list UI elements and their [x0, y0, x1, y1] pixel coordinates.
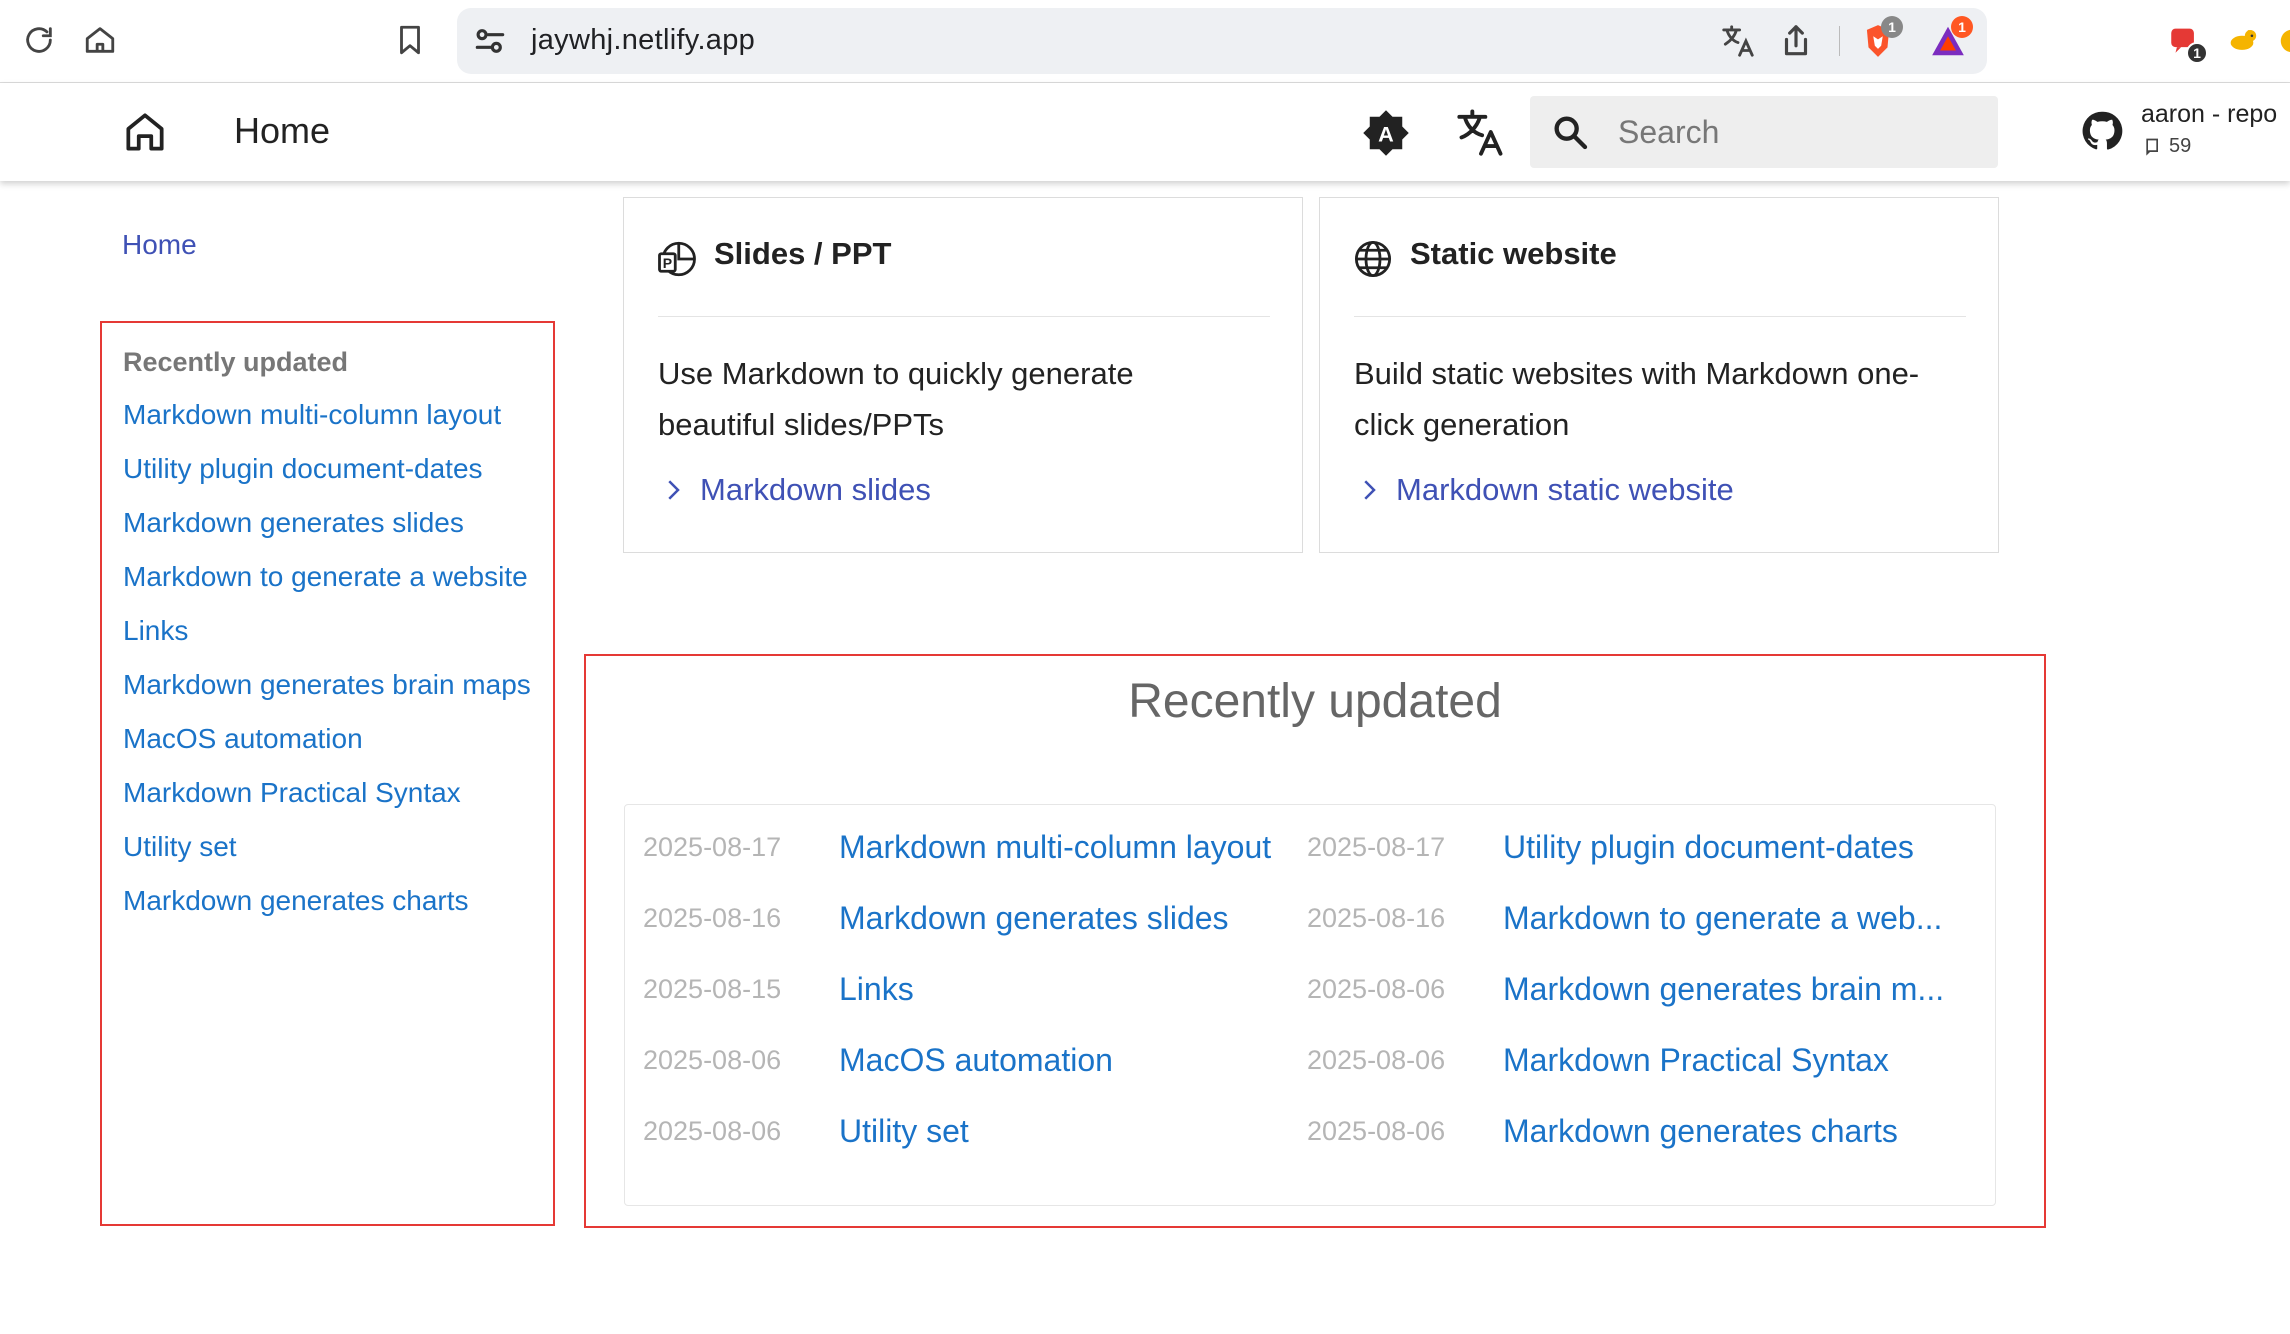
card-title: Slides / PPT — [714, 236, 892, 271]
sidebar-item[interactable]: Markdown Practical Syntax — [123, 777, 531, 831]
recently-updated-panel: Recently updated 2025-08-17 Markdown mul… — [584, 654, 2046, 1228]
recent-date: 2025-08-06 — [1307, 1044, 1446, 1075]
sidebar-item[interactable]: Markdown to generate a website — [123, 561, 531, 615]
recent-date: 2025-08-16 — [643, 902, 782, 933]
brave-rewards-icon[interactable]: 1 — [1929, 16, 1973, 60]
card-link[interactable]: Markdown slides — [700, 472, 931, 508]
sidebar-list: Markdown multi-column layout Utility plu… — [123, 399, 531, 939]
browser-home-icon[interactable] — [80, 20, 120, 60]
recent-title[interactable]: MacOS automation — [839, 1042, 1113, 1079]
toolbar-divider — [1839, 26, 1840, 56]
chevron-right-icon — [668, 480, 680, 500]
rewards-badge: 1 — [1951, 16, 1973, 38]
recent-date: 2025-08-17 — [643, 831, 782, 862]
search-icon — [1550, 112, 1590, 152]
recent-date: 2025-08-15 — [643, 973, 782, 1004]
recent-title[interactable]: Utility set — [839, 1113, 969, 1150]
github-icon[interactable] — [2080, 109, 2124, 153]
recent-item[interactable]: 2025-08-06 Markdown Practical Syntax — [1307, 1040, 1889, 1080]
sidebar-item[interactable]: Utility set — [123, 831, 531, 885]
translate-page-icon[interactable] — [1719, 22, 1757, 60]
overflow-extension-icon[interactable] — [2277, 26, 2290, 56]
recent-item[interactable]: 2025-08-06 Markdown generates brain m... — [1307, 969, 1944, 1009]
recent-date: 2025-08-17 — [1307, 831, 1446, 862]
sidebar-item[interactable]: Markdown generates brain maps — [123, 669, 531, 723]
recent-item[interactable]: 2025-08-06 Utility set — [643, 1111, 969, 1151]
recent-title[interactable]: Markdown Practical Syntax — [1503, 1042, 1889, 1079]
search-placeholder: Search — [1618, 114, 1720, 150]
address-bar[interactable]: jaywhj.netlify.app 1 1 — [457, 8, 1987, 74]
language-icon[interactable] — [1455, 106, 1507, 158]
repo-count: 59 — [2169, 135, 2192, 157]
presentation-icon: P — [656, 238, 698, 280]
recent-title[interactable]: Links — [839, 971, 914, 1008]
recent-date: 2025-08-16 — [1307, 902, 1446, 933]
recent-title[interactable]: Markdown generates brain m... — [1503, 971, 1944, 1008]
home-icon[interactable] — [120, 107, 170, 157]
sidebar-item[interactable]: MacOS automation — [123, 723, 531, 777]
chevron-right-icon — [1364, 480, 1376, 500]
card-link[interactable]: Markdown static website — [1396, 472, 1734, 508]
recent-item[interactable]: 2025-08-06 MacOS automation — [643, 1040, 1113, 1080]
bookmark-icon[interactable] — [390, 20, 430, 60]
site-header: Home A Search aaron - repo 59 — [0, 83, 2290, 181]
recent-title[interactable]: Markdown multi-column layout — [839, 829, 1271, 866]
card-description-line: Use Markdown to quickly generate — [658, 356, 1134, 391]
recent-item[interactable]: 2025-08-16 Markdown generates slides — [643, 898, 1229, 938]
card-static-website: Static website Build static websites wit… — [1319, 197, 1999, 553]
sidebar-heading: Recently updated — [123, 347, 349, 377]
sidebar-item[interactable]: Markdown generates slides — [123, 507, 531, 561]
shields-badge: 1 — [1881, 16, 1903, 38]
recent-title[interactable]: Markdown generates slides — [839, 900, 1229, 937]
site-title[interactable]: Home — [234, 110, 330, 152]
recent-item[interactable]: 2025-08-17 Markdown multi-column layout — [643, 827, 1271, 867]
cat-extension-icon[interactable] — [2222, 20, 2262, 60]
card-description-line: Build static websites with Markdown one- — [1354, 356, 1920, 391]
search-box[interactable]: Search — [1530, 96, 1998, 168]
sidebar-item[interactable]: Markdown multi-column layout — [123, 399, 531, 453]
card-link-row[interactable]: Markdown slides — [658, 472, 931, 508]
recent-date: 2025-08-06 — [643, 1044, 782, 1075]
card-description: Build static websites with Markdown one-… — [1354, 348, 1974, 450]
breadcrumb-home-link[interactable]: Home — [122, 229, 197, 261]
recent-title[interactable]: Markdown generates charts — [1503, 1113, 1898, 1150]
theme-toggle-icon[interactable]: A — [1360, 107, 1412, 159]
site-settings-icon[interactable] — [471, 22, 509, 60]
share-icon[interactable] — [1777, 22, 1815, 60]
brave-shields-icon[interactable]: 1 — [1859, 16, 1903, 60]
recent-date: 2025-08-06 — [1307, 973, 1446, 1004]
recent-date: 2025-08-06 — [1307, 1115, 1446, 1146]
panel-title: Recently updated — [1128, 675, 1502, 728]
recent-list: 2025-08-17 Markdown multi-column layout … — [624, 804, 1996, 1206]
card-description-line: click generation — [1354, 407, 1570, 442]
svg-text:P: P — [663, 255, 672, 271]
svg-text:A: A — [1378, 122, 1394, 147]
recent-title[interactable]: Utility plugin document-dates — [1503, 829, 1914, 866]
card-link-row[interactable]: Markdown static website — [1354, 472, 1734, 508]
recent-item[interactable]: 2025-08-16 Markdown to generate a web... — [1307, 898, 1942, 938]
card-description-line: beautiful slides/PPTs — [658, 407, 945, 442]
recent-item[interactable]: 2025-08-17 Utility plugin document-dates — [1307, 827, 1914, 867]
card-divider — [1354, 316, 1966, 317]
card-title: Static website — [1410, 236, 1617, 271]
card-slides: P Slides / PPT Use Markdown to quickly g… — [623, 197, 1303, 553]
extension-icon[interactable]: 1 — [2164, 20, 2208, 64]
recent-item[interactable]: 2025-08-15 Links — [643, 969, 914, 1009]
browser-toolbar: jaywhj.netlify.app 1 1 1 — [0, 0, 2290, 83]
sidebar-item[interactable]: Markdown generates charts — [123, 885, 531, 939]
url-text[interactable]: jaywhj.netlify.app — [531, 24, 755, 57]
card-divider — [658, 316, 1270, 317]
reload-icon[interactable] — [19, 20, 59, 60]
recent-title[interactable]: Markdown to generate a web... — [1503, 900, 1942, 937]
repo-name[interactable]: aaron - repo — [2141, 100, 2277, 129]
sidebar-item[interactable]: Utility plugin document-dates — [123, 453, 531, 507]
recent-item[interactable]: 2025-08-06 Markdown generates charts — [1307, 1111, 1898, 1151]
repo-stats[interactable]: 59 — [2143, 135, 2191, 158]
extension-badge: 1 — [2186, 42, 2208, 64]
globe-icon — [1352, 238, 1394, 280]
recent-date: 2025-08-06 — [643, 1115, 782, 1146]
sidebar-item[interactable]: Links — [123, 615, 531, 669]
sidebar-recently-updated: Recently updated Markdown multi-column l… — [100, 321, 555, 1226]
card-description: Use Markdown to quickly generate beautif… — [658, 348, 1278, 450]
